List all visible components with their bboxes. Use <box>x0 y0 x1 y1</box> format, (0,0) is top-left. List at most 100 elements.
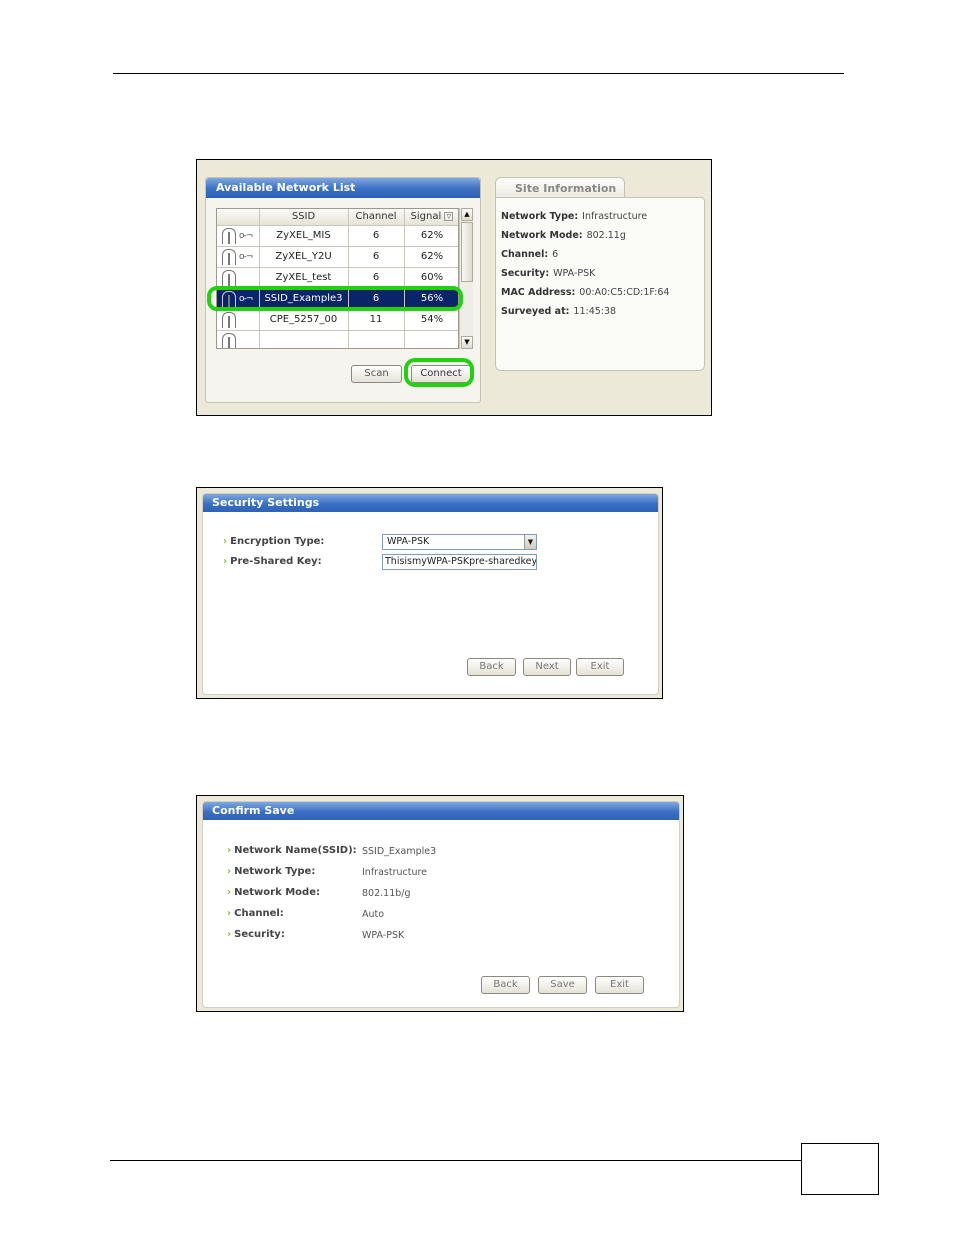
signal-strength-icon <box>222 248 236 265</box>
site-info-row: MAC Address: 00:A0:C5:CD:1F:64 <box>501 287 669 298</box>
signal-strength-icon <box>222 311 236 328</box>
confirm-save-title: Confirm Save <box>203 802 679 820</box>
network-ssid-cell: ZyXEL_Y2U <box>259 246 349 268</box>
network-row[interactable] <box>217 330 458 348</box>
back-button[interactable]: Back <box>467 658 516 676</box>
confirm-save-screenshot: Confirm Save Back Save Exit › Network Nam… <box>196 795 684 1012</box>
confirm-field-label-text: Security: <box>234 929 285 940</box>
network-row[interactable]: o-¬ ZyXEL_Y2U 6 62% <box>217 246 458 268</box>
site-info-row: Surveyed at: 11:45:38 <box>501 306 616 317</box>
site-info-value: WPA-PSK <box>553 268 596 279</box>
confirm-field-label-text: Channel: <box>234 908 284 919</box>
site-info-row: Network Mode: 802.11g <box>501 230 626 241</box>
network-row[interactable]: ZyXEL_test 6 60% <box>217 267 458 289</box>
confirm-field-label-text: Network Type: <box>234 866 316 877</box>
network-table-scrollbar[interactable]: ▲ ▼ <box>459 208 473 349</box>
confirm-field-value: SSID_Example3 <box>362 846 437 857</box>
confirm-field-label-text: Network Mode: <box>234 887 320 898</box>
scroll-thumb[interactable] <box>461 222 473 282</box>
network-status-cell: o-¬ <box>217 246 260 268</box>
arrow-right-icon: › <box>223 556 228 567</box>
network-ssid-cell: CPE_5257_00 <box>259 309 349 331</box>
ssid-column-header[interactable]: SSID <box>259 209 349 226</box>
confirm-field-label: › Security: <box>227 929 285 940</box>
network-signal-cell <box>404 330 458 348</box>
site-info-label: Security: <box>501 268 550 279</box>
confirm-field-value: WPA-PSK <box>362 930 405 941</box>
security-settings-screenshot: Security Settings › Encryption Type: WPA-… <box>196 487 663 699</box>
confirm-field-value: Auto <box>362 909 385 920</box>
selected-network-highlight <box>207 286 463 311</box>
network-signal-cell: 62% <box>404 225 458 247</box>
site-info-label: Surveyed at: <box>501 306 570 317</box>
network-channel-cell: 6 <box>348 267 405 289</box>
site-info-value: 802.11g <box>586 230 626 241</box>
exit-button[interactable]: Exit <box>576 658 624 676</box>
site-info-value: 00:A0:C5:CD:1F:64 <box>579 287 670 298</box>
arrow-right-icon: › <box>227 866 232 877</box>
scan-button[interactable]: Scan <box>351 365 402 383</box>
sort-arrow-icon: ▽ <box>444 211 454 221</box>
confirm-field-value: 802.11b/g <box>362 888 411 899</box>
available-network-panel: Available Network List SSID Channel Sign… <box>205 177 481 403</box>
next-button[interactable]: Next <box>523 658 571 676</box>
scroll-up-icon[interactable]: ▲ <box>461 208 473 221</box>
arrow-right-icon: › <box>227 908 232 919</box>
network-table[interactable]: SSID Channel Signal ▽ o-¬ ZyXEL_MIS 6 62% o-… <box>216 208 459 349</box>
network-status-cell <box>217 267 260 289</box>
confirm-field-value: Infrastructure <box>362 867 428 878</box>
signal-column-header[interactable]: Signal ▽ <box>404 209 458 226</box>
arrow-right-icon: › <box>227 887 232 898</box>
header-rule <box>113 73 844 74</box>
confirm-field-label: › Channel: <box>227 908 284 919</box>
key-icon: o-¬ <box>239 251 254 262</box>
page-number-box <box>801 1143 879 1195</box>
confirm-field-label: › Network Mode: <box>227 887 320 898</box>
available-network-title: Available Network List <box>206 178 480 198</box>
security-settings-title: Security Settings <box>203 494 658 512</box>
key-icon: o-¬ <box>239 230 254 241</box>
encryption-type-label: › Encryption Type: <box>223 536 325 547</box>
pre-shared-key-input[interactable]: ThisismyWPA-PSKpre-sharedkey <box>382 554 537 570</box>
back-button[interactable]: Back <box>481 976 530 994</box>
confirm-field-label: › Network Type: <box>227 866 315 877</box>
network-list-screenshot: Available Network List SSID Channel Sign… <box>196 159 712 416</box>
confirm-field-label-text: Network Name(SSID): <box>234 845 357 856</box>
site-information-tab[interactable]: Site Information <box>495 177 625 199</box>
network-row[interactable]: o-¬ ZyXEL_MIS 6 62% <box>217 225 458 247</box>
exit-button[interactable]: Exit <box>595 976 644 994</box>
network-ssid-cell: ZyXEL_test <box>259 267 349 289</box>
network-status-cell <box>217 309 260 331</box>
network-channel-cell: 6 <box>348 225 405 247</box>
channel-column-header[interactable]: Channel <box>348 209 405 226</box>
confirm-save-panel: Confirm Save Back Save Exit › Network Nam… <box>202 801 680 1008</box>
encryption-type-select[interactable]: WPA-PSK ▼ <box>382 534 537 550</box>
site-info-label: Channel: <box>501 249 549 260</box>
site-info-value: 11:45:38 <box>573 306 617 317</box>
network-signal-cell: 60% <box>404 267 458 289</box>
security-settings-panel: Security Settings › Encryption Type: WPA-… <box>202 493 659 695</box>
network-channel-cell <box>348 330 405 348</box>
network-channel-cell: 11 <box>348 309 405 331</box>
signal-strength-icon <box>222 332 236 348</box>
site-info-label: Network Type: <box>501 211 579 222</box>
network-signal-cell: 54% <box>404 309 458 331</box>
pre-shared-key-label: › Pre-Shared Key: <box>223 556 322 567</box>
icon-column-header <box>217 209 260 226</box>
connect-highlight <box>404 358 474 387</box>
arrow-right-icon: › <box>227 845 232 856</box>
site-info-row: Channel: 6 <box>501 249 558 260</box>
network-status-cell <box>217 330 260 348</box>
signal-strength-icon <box>222 227 236 244</box>
site-info-value: 6 <box>552 249 559 260</box>
scroll-down-icon[interactable]: ▼ <box>461 336 473 349</box>
network-row[interactable]: CPE_5257_00 11 54% <box>217 309 458 331</box>
site-info-label: MAC Address: <box>501 287 576 298</box>
confirm-field-label: › Network Name(SSID): <box>227 845 357 856</box>
arrow-right-icon: › <box>223 536 228 547</box>
save-button[interactable]: Save <box>538 976 587 994</box>
dropdown-arrow-icon[interactable]: ▼ <box>524 535 536 549</box>
footer-rule <box>110 1160 802 1161</box>
site-info-row: Network Type: Infrastructure <box>501 211 647 222</box>
network-status-cell: o-¬ <box>217 225 260 247</box>
